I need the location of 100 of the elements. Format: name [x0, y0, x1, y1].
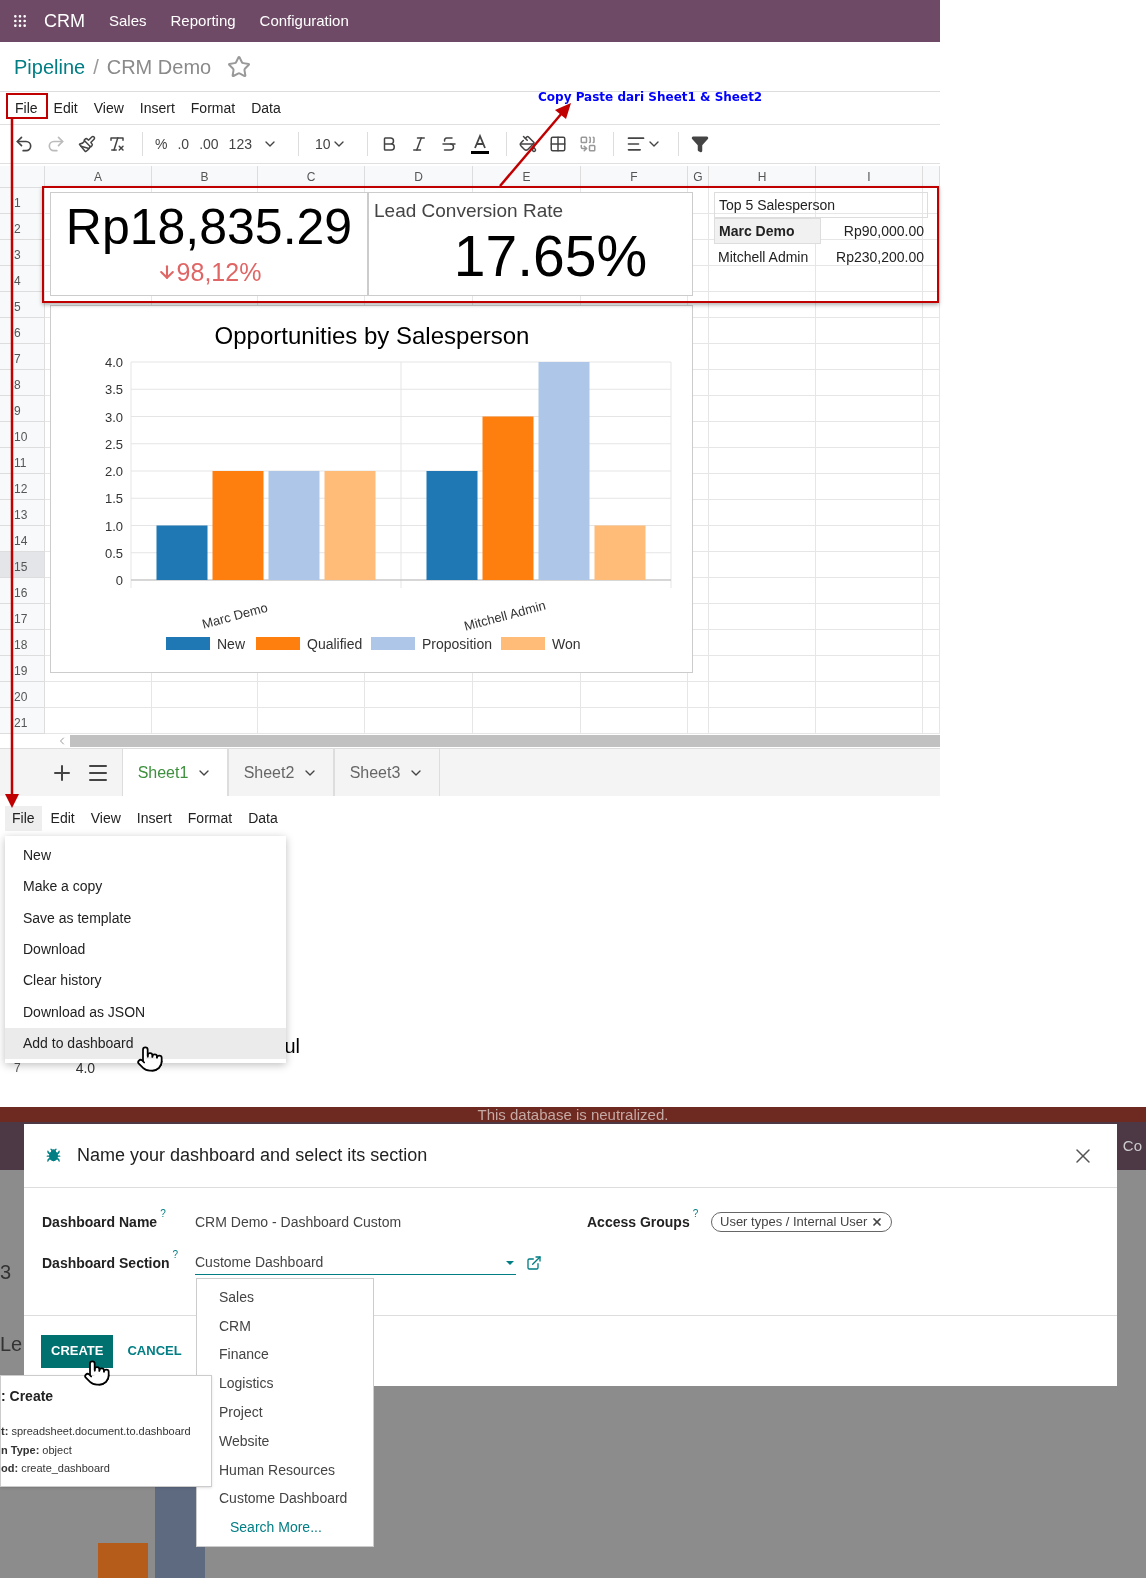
column-header[interactable]: G — [688, 166, 709, 188]
dropdown-option[interactable]: Finance — [197, 1340, 373, 1370]
menu-item[interactable]: New — [5, 840, 286, 872]
clear-format-icon[interactable] — [108, 135, 126, 153]
column-header[interactable]: C — [258, 166, 365, 188]
dropdown-option[interactable]: Custome Dashboard — [197, 1484, 373, 1514]
nav-menu-item[interactable]: Reporting — [170, 9, 236, 33]
column-header[interactable]: H — [709, 166, 816, 188]
banner-text: This database is neutralized. — [477, 1107, 669, 1122]
column-header[interactable]: D — [365, 166, 473, 188]
align-icon[interactable] — [625, 134, 646, 154]
row-header[interactable]: 8 — [0, 370, 45, 396]
menu-item[interactable]: Clear history — [5, 965, 286, 997]
row-header[interactable]: 4 — [0, 266, 45, 292]
row-header[interactable]: 15 — [0, 552, 45, 578]
y-tick-label: 1.5 — [104, 491, 123, 507]
row-header[interactable]: 1 — [0, 188, 45, 214]
cell-grid[interactable] — [45, 188, 940, 734]
menubar-item[interactable]: Data — [244, 97, 288, 119]
dropdown-option[interactable]: CRM — [197, 1311, 373, 1341]
fill-color-icon[interactable] — [518, 135, 537, 153]
paint-format-icon[interactable] — [78, 135, 96, 153]
apps-menu-icon[interactable] — [12, 13, 28, 29]
create-button[interactable]: CREATE — [41, 1334, 114, 1368]
highlight-frame — [6, 93, 48, 119]
merge-cells-icon[interactable] — [578, 135, 597, 153]
row-header[interactable]: 18 — [0, 630, 45, 656]
sheet-tab[interactable]: Sheet1 — [122, 749, 228, 796]
nav-menu-item[interactable]: Sales — [109, 9, 147, 33]
cancel-button[interactable]: CANCEL — [127, 1334, 182, 1368]
undo-icon[interactable] — [14, 134, 34, 154]
y-tick-label: 0.5 — [104, 545, 123, 561]
search-more-link[interactable]: Search More... — [197, 1513, 373, 1543]
menu-item[interactable]: Save as template — [5, 902, 286, 934]
y-tick-label: 2.0 — [104, 464, 123, 479]
row-header[interactable]: 3 — [0, 240, 45, 266]
menubar-item[interactable]: Edit — [46, 97, 85, 119]
row-header[interactable]: 21 — [0, 708, 45, 734]
sheet-tab[interactable]: Sheet3 — [334, 749, 440, 796]
dashboard-name-field[interactable]: CRM Demo - Dashboard Custom — [195, 1212, 402, 1233]
row-header[interactable]: 20 — [0, 682, 45, 708]
filter-icon[interactable] — [690, 135, 709, 153]
format-button[interactable]: 123 — [228, 133, 252, 155]
menu-item[interactable]: Download — [5, 933, 286, 966]
borders-icon[interactable] — [548, 135, 567, 153]
menubar-item[interactable]: File — [8, 97, 45, 119]
row-header[interactable]: 14 — [0, 526, 45, 552]
horizontal-scrollbar[interactable] — [70, 735, 940, 747]
menubar-item[interactable]: Insert — [129, 805, 179, 831]
help-mark[interactable]: ? — [172, 1249, 179, 1260]
menu-item[interactable]: Download as JSON — [5, 996, 286, 1028]
external-link-icon[interactable] — [526, 1255, 542, 1271]
text-color-icon[interactable] — [469, 133, 490, 155]
menubar-item[interactable]: Format — [183, 97, 243, 119]
row-header[interactable]: 7 — [0, 344, 45, 370]
row-header[interactable]: 2 — [0, 214, 45, 240]
menubar-item[interactable]: View — [83, 805, 128, 831]
strikethrough-icon[interactable] — [439, 135, 458, 153]
star-icon[interactable] — [227, 54, 252, 79]
menubar-item[interactable]: File — [5, 805, 42, 831]
menu-item[interactable]: Make a copy — [5, 871, 286, 903]
menu-item[interactable]: Add to dashboard — [5, 1027, 286, 1060]
row-header[interactable]: 19 — [0, 656, 45, 682]
menubar-item[interactable]: Insert — [132, 97, 182, 119]
dropdown-option[interactable]: Sales — [197, 1283, 373, 1312]
menubar-item[interactable]: Data — [241, 805, 285, 831]
dashboard-section-field[interactable]: Custome Dashboard — [195, 1251, 516, 1275]
menubar-item[interactable]: Edit — [43, 805, 82, 831]
sheet-tab[interactable]: Sheet2 — [228, 749, 334, 796]
legend-label: Proposition — [422, 636, 493, 652]
format-button[interactable]: .0 — [177, 133, 190, 155]
row-header[interactable]: 16 — [0, 578, 45, 604]
remove-tag-icon[interactable] — [871, 1216, 884, 1228]
select-all-corner[interactable] — [0, 166, 45, 188]
column-header[interactable]: I — [816, 166, 923, 188]
breadcrumb-separator: / — [93, 54, 99, 80]
font-size-button[interactable]: 10 — [314, 133, 331, 155]
help-mark[interactable]: ? — [160, 1209, 166, 1219]
app-name[interactable]: CRM — [44, 7, 85, 35]
row-header[interactable]: 5 — [0, 292, 45, 318]
format-button[interactable]: % — [155, 133, 168, 155]
help-mark[interactable]: ? — [692, 1209, 699, 1219]
row-header[interactable]: 6 — [0, 318, 45, 344]
menubar-item[interactable]: View — [86, 97, 131, 119]
column-header[interactable]: A — [45, 166, 152, 188]
row-header[interactable]: 13 — [0, 500, 45, 526]
text-fragment: ul — [284, 1034, 300, 1059]
format-button[interactable]: .00 — [199, 133, 219, 155]
column-header[interactable]: B — [152, 166, 258, 188]
nav-menu-item[interactable]: Configuration — [259, 9, 349, 33]
category-label: Marc Demo — [200, 599, 270, 632]
menubar-item[interactable]: Format — [180, 805, 240, 831]
row-header[interactable]: 9 — [0, 396, 45, 422]
bar — [594, 525, 646, 580]
row-header[interactable]: 11 — [0, 448, 45, 474]
row-header[interactable]: 10 — [0, 422, 45, 448]
column-header[interactable]: F — [581, 166, 688, 188]
row-header[interactable]: 12 — [0, 474, 45, 500]
breadcrumb-link[interactable]: Pipeline — [14, 51, 86, 82]
row-header[interactable]: 17 — [0, 604, 45, 630]
